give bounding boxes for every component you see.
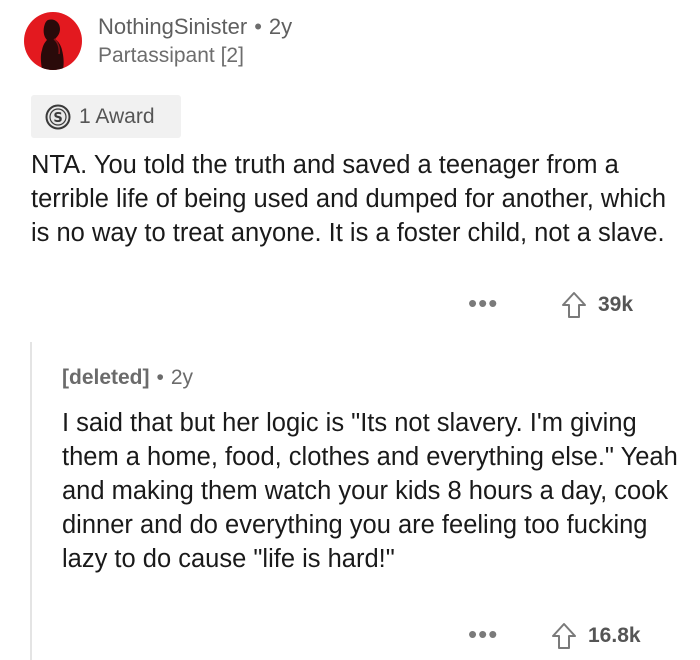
separator-dot: •	[156, 366, 164, 389]
reply-body: I said that but her logic is "Its not sl…	[62, 409, 678, 573]
silhouette-avatar-icon	[40, 19, 64, 70]
silver-award-coin-icon: S	[45, 104, 71, 130]
comment-vote: 39k	[560, 290, 633, 320]
user-flair: Partassipant [2]	[98, 44, 244, 67]
reply-score: 16.8k	[588, 624, 641, 647]
award-label: 1 Award	[79, 104, 155, 128]
avatar[interactable]	[24, 12, 82, 70]
comment-score: 39k	[598, 293, 634, 316]
separator-dot: •	[254, 14, 262, 39]
svg-text:S: S	[53, 111, 62, 126]
upvote-arrow-icon[interactable]	[560, 290, 588, 320]
upvote-arrow-icon[interactable]	[550, 621, 578, 651]
comment-username[interactable]: NothingSinister	[98, 14, 247, 39]
reply-author-line: [deleted] • 2y	[62, 366, 193, 390]
thread-line[interactable]	[30, 342, 32, 660]
comment-author-line: NothingSinister • 2y	[98, 14, 292, 40]
reply-age: 2y	[170, 366, 194, 389]
more-options-icon[interactable]: •••	[468, 288, 498, 319]
reply-vote: 16.8k	[550, 621, 641, 651]
reply-username: [deleted]	[62, 366, 150, 389]
more-options-icon[interactable]: •••	[468, 619, 498, 650]
comment-body: NTA. You told the truth and saved a teen…	[31, 151, 667, 247]
comment-age: 2y	[268, 14, 293, 39]
award-badge[interactable]: S 1 Award	[31, 95, 181, 138]
